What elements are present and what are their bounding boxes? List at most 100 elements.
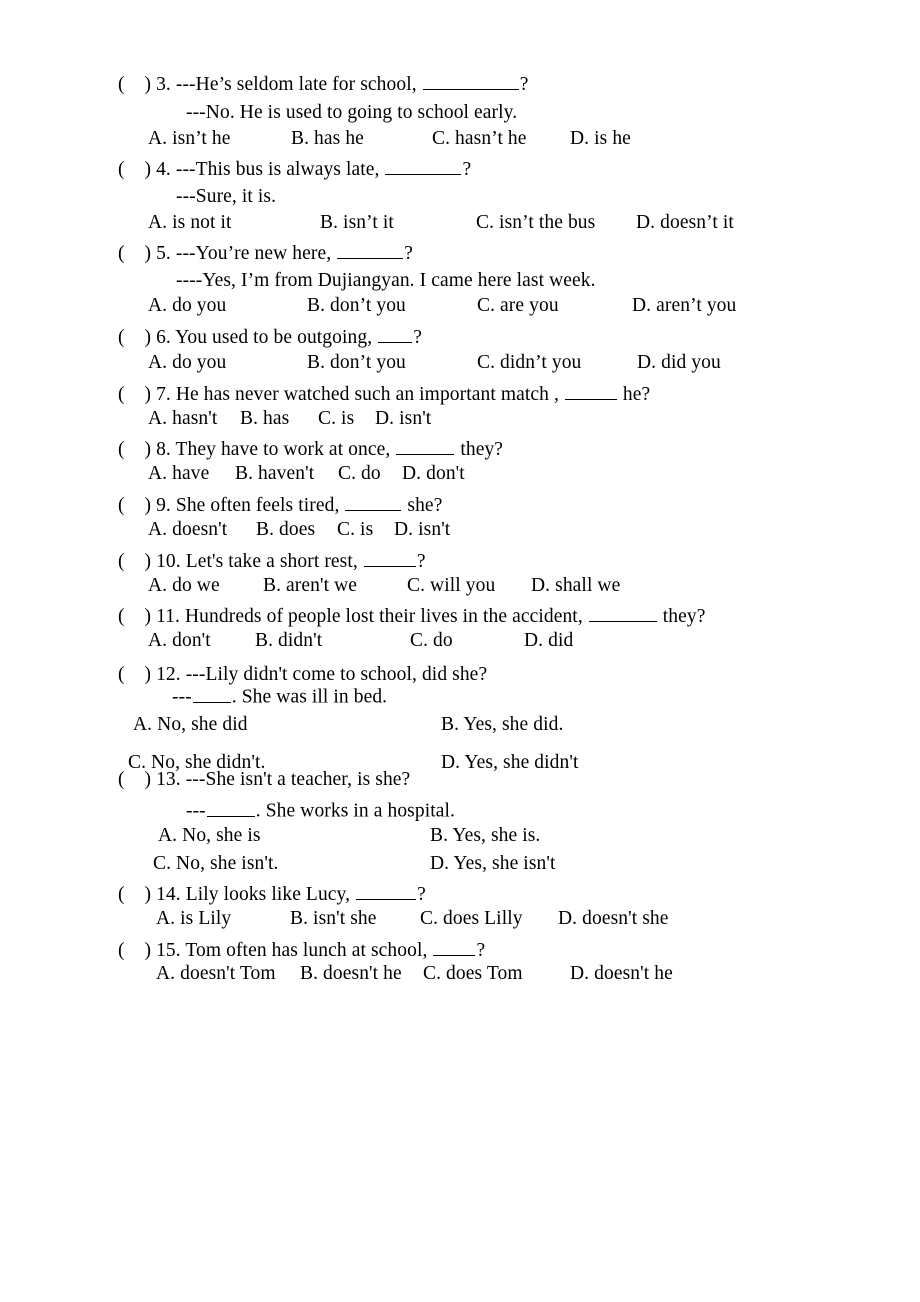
question-sub-line: ---. She was ill in bed. (172, 683, 387, 709)
answer-option[interactable]: C. isn’t the bus (476, 212, 595, 234)
question-text: 8. They have to work at once, they? (151, 439, 503, 460)
answer-option[interactable]: D. doesn't he (570, 963, 673, 985)
answer-bracket[interactable]: ( ) (118, 74, 151, 96)
question-sub-line: ---. She works in a hospital. (186, 797, 455, 823)
answer-option[interactable]: D. Yes, she didn't (441, 752, 579, 774)
answer-blank[interactable] (588, 602, 657, 622)
answer-option[interactable]: D. shall we (531, 575, 620, 597)
question-line: ( ) 11. Hundreds of people lost their li… (118, 602, 705, 628)
answer-option[interactable]: B. has (240, 408, 289, 430)
question-text: 3. ---He’s seldom late for school, ? (151, 74, 528, 95)
answer-option[interactable]: A. doesn't Tom (156, 963, 276, 985)
answer-bracket[interactable]: ( ) (118, 327, 151, 349)
answer-option[interactable]: B. does (256, 519, 315, 541)
answer-option[interactable]: D. doesn’t it (636, 212, 734, 234)
answer-option[interactable]: C. didn’t you (477, 352, 581, 374)
answer-option[interactable]: D. isn't (375, 408, 431, 430)
answer-option[interactable]: B. isn't she (290, 908, 377, 930)
answer-option[interactable]: D. doesn't she (558, 908, 669, 930)
answer-option[interactable]: D. did you (637, 352, 721, 374)
answer-option[interactable]: C. will you (407, 575, 495, 597)
answer-blank[interactable] (396, 435, 455, 455)
answer-blank[interactable] (363, 547, 416, 567)
question-sub-line: ----Yes, I’m from Dujiangyan. I came her… (176, 270, 596, 291)
answer-option[interactable]: A. isn’t he (148, 128, 231, 150)
answer-option[interactable]: A. have (148, 463, 209, 485)
answer-blank[interactable] (337, 239, 404, 259)
answer-option[interactable]: D. is he (570, 128, 631, 150)
answer-option[interactable]: A. No, she is (158, 825, 261, 847)
answer-blank[interactable] (422, 70, 519, 90)
answer-bracket[interactable]: ( ) (118, 439, 151, 461)
answer-blank[interactable] (385, 155, 462, 175)
question-text: 7. He has never watched such an importan… (151, 384, 650, 405)
answer-option[interactable]: D. don't (402, 463, 465, 485)
answer-option[interactable]: C. does Tom (423, 963, 523, 985)
question-sub-line: ---Sure, it is. (176, 186, 277, 207)
question-text: 5. ---You’re new here, ? (151, 243, 413, 264)
question-text: 10. Let's take a short rest, ? (151, 551, 426, 572)
answer-blank[interactable] (206, 797, 255, 817)
answer-option[interactable]: A. do we (148, 575, 220, 597)
question-line: ( ) 7. He has never watched such an impo… (118, 380, 650, 406)
answer-option[interactable]: C. No, she isn't. (153, 853, 278, 875)
answer-option[interactable]: C. hasn’t he (432, 128, 527, 150)
answer-option[interactable]: B. don’t you (307, 352, 406, 374)
question-text: 14. Lily looks like Lucy, ? (151, 884, 426, 905)
answer-option[interactable]: C. is (318, 408, 354, 430)
answer-option[interactable]: B. Yes, she is. (430, 825, 540, 847)
question-line: ( ) 15. Tom often has lunch at school, ? (118, 936, 485, 962)
answer-bracket[interactable]: ( ) (118, 495, 151, 517)
answer-option[interactable]: A. doesn't (148, 519, 227, 541)
answer-option[interactable]: A. hasn't (148, 408, 217, 430)
question-line: ( ) 4. ---This bus is always late, ? (118, 155, 471, 181)
answer-bracket[interactable]: ( ) (118, 243, 151, 265)
answer-option[interactable]: C. do (338, 463, 381, 485)
answer-option[interactable]: A. No, she did (133, 714, 248, 736)
answer-option[interactable]: C. is (337, 519, 373, 541)
answer-option[interactable]: B. aren't we (263, 575, 357, 597)
question-line: ( ) 14. Lily looks like Lucy, ? (118, 880, 426, 906)
answer-option[interactable]: A. is Lily (156, 908, 231, 930)
question-text: 13. ---She isn't a teacher, is she? (151, 769, 411, 790)
answer-option[interactable]: C. are you (477, 295, 559, 317)
answer-option[interactable]: A. is not it (148, 212, 232, 234)
answer-option[interactable]: D. did (524, 630, 573, 652)
answer-blank[interactable] (192, 683, 231, 703)
answer-blank[interactable] (356, 880, 417, 900)
answer-bracket[interactable]: ( ) (118, 769, 151, 791)
answer-option[interactable]: A. do you (148, 352, 226, 374)
question-line: ( ) 3. ---He’s seldom late for school, ? (118, 70, 528, 96)
answer-option[interactable]: C. do (410, 630, 453, 652)
answer-blank[interactable] (433, 936, 476, 956)
answer-option[interactable]: A. do you (148, 295, 226, 317)
answer-bracket[interactable]: ( ) (118, 551, 151, 573)
answer-option[interactable]: B. isn’t it (320, 212, 394, 234)
question-text: 4. ---This bus is always late, ? (151, 159, 471, 180)
answer-option[interactable]: B. Yes, she did. (441, 714, 563, 736)
question-line: ( ) 9. She often feels tired, she? (118, 491, 442, 517)
answer-option[interactable]: A. don't (148, 630, 211, 652)
answer-option[interactable]: B. has he (291, 128, 364, 150)
answer-bracket[interactable]: ( ) (118, 606, 151, 628)
answer-option[interactable]: B. haven't (235, 463, 314, 485)
answer-option[interactable]: B. don’t you (307, 295, 406, 317)
answer-bracket[interactable]: ( ) (118, 384, 151, 406)
answer-option[interactable]: B. didn't (255, 630, 322, 652)
answer-blank[interactable] (345, 491, 402, 511)
answer-option[interactable]: B. doesn't he (300, 963, 402, 985)
question-text: 11. Hundreds of people lost their lives … (151, 606, 705, 627)
answer-bracket[interactable]: ( ) (118, 940, 151, 962)
question-line: ( ) 5. ---You’re new here, ? (118, 239, 413, 265)
answer-option[interactable]: D. Yes, she isn't (430, 853, 556, 875)
answer-option[interactable]: C. does Lilly (420, 908, 523, 930)
answer-blank[interactable] (378, 323, 413, 343)
answer-bracket[interactable]: ( ) (118, 159, 151, 181)
question-text: 9. She often feels tired, she? (151, 495, 442, 516)
answer-option[interactable]: D. aren’t you (632, 295, 736, 317)
answer-bracket[interactable]: ( ) (118, 884, 151, 906)
answer-bracket[interactable]: ( ) (118, 664, 151, 686)
answer-blank[interactable] (564, 380, 617, 400)
question-text: 6. You used to be outgoing, ? (151, 327, 422, 348)
answer-option[interactable]: D. isn't (394, 519, 450, 541)
